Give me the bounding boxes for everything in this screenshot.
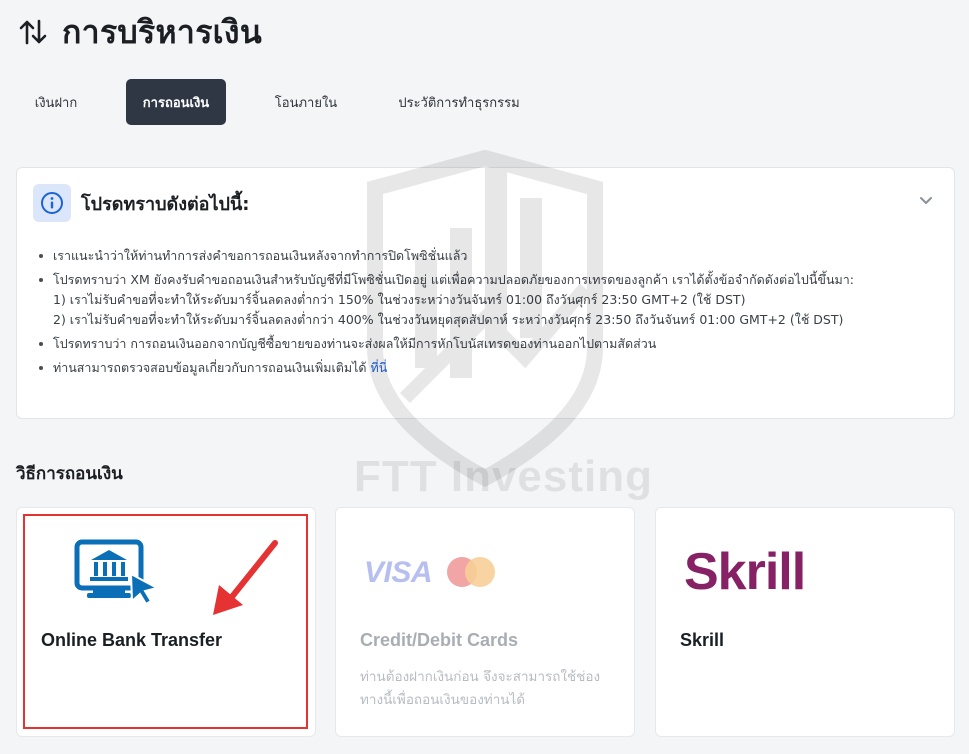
list-item: เราแนะนำว่าให้ท่านทำการส่งคำขอการถอนเงิน… [37, 246, 937, 266]
method-label: Online Bank Transfer [41, 630, 223, 650]
method-card-credit-debit: VISA Credit/Debit Cards ท่านต้องฝากเงินก… [335, 507, 635, 737]
list-item: โปรดทราบว่า XM ยังคงรับคำขอถอนเงินสำหรับ… [37, 270, 937, 330]
method-label: Credit/Debit Cards [360, 630, 519, 650]
online-bank-icon [74, 539, 160, 606]
method-label: Skrill [680, 630, 725, 650]
notice-title: โปรดทราบดังต่อไปนี้: [81, 193, 250, 215]
notice-sub-item: 2) เราไม่รับคำขอที่จะทำให้ระดับมาร์จิ้นล… [53, 312, 844, 327]
list-item: ท่านสามารถตรวจสอบข้อมูลเกี่ยวกับการถอนเง… [37, 358, 937, 378]
method-description: ท่านต้องฝากเงินก่อน จึงจะสามารถใช้ช่องทา… [360, 669, 601, 708]
more-info-link[interactable]: ที่นี่ [371, 360, 388, 375]
page-title: การบริหารเงิน [62, 12, 263, 51]
section-title: วิธีการถอนเงิน [16, 464, 123, 484]
notice-header: โปรดทราบดังต่อไปนี้: [33, 184, 249, 222]
info-icon [33, 184, 71, 222]
mastercard-icon [447, 557, 495, 587]
method-card-online-bank-transfer[interactable]: Online Bank Transfer [16, 507, 316, 737]
notice-item-text: โปรดทราบว่า XM ยังคงรับคำขอถอนเงินสำหรับ… [53, 272, 854, 287]
tab-internal-transfer[interactable]: โอนภายใน [256, 79, 356, 125]
watermark-text: FTT Investing [354, 452, 653, 501]
tab-deposit[interactable]: เงินฝาก [16, 79, 96, 125]
page-header: การบริหารเงิน [18, 10, 262, 54]
notice-item-text: ท่านสามารถตรวจสอบข้อมูลเกี่ยวกับการถอนเง… [53, 360, 367, 375]
up-down-arrows-icon [19, 19, 47, 45]
skrill-logo: Skrill [684, 543, 806, 601]
notice-list: เราแนะนำว่าให้ท่านทำการส่งคำขอการถอนเงิน… [37, 246, 937, 382]
notice-sub-item: 1) เราไม่รับคำขอที่จะทำให้ระดับมาร์จิ้นล… [53, 292, 746, 307]
tab-withdrawal[interactable]: การถอนเงิน [126, 79, 226, 125]
chevron-down-icon[interactable] [918, 192, 934, 208]
method-card-skrill[interactable]: Skrill Skrill [655, 507, 955, 737]
tab-bar: เงินฝาก การถอนเงิน โอนภายใน ประวัติการทำ… [16, 79, 539, 125]
notice-item-text: เราแนะนำว่าให้ท่านทำการส่งคำขอการถอนเงิน… [53, 248, 468, 263]
list-item: โปรดทราบว่า การถอนเงินออกจากบัญชีซื้อขาย… [37, 334, 937, 354]
visa-logo: VISA [364, 556, 433, 589]
notice-item-text: โปรดทราบว่า การถอนเงินออกจากบัญชีซื้อขาย… [53, 336, 657, 351]
notice-panel: โปรดทราบดังต่อไปนี้: เราแนะนำว่าให้ท่านท… [16, 167, 955, 419]
tab-transaction-history[interactable]: ประวัติการทำธุรกรรม [379, 79, 539, 125]
